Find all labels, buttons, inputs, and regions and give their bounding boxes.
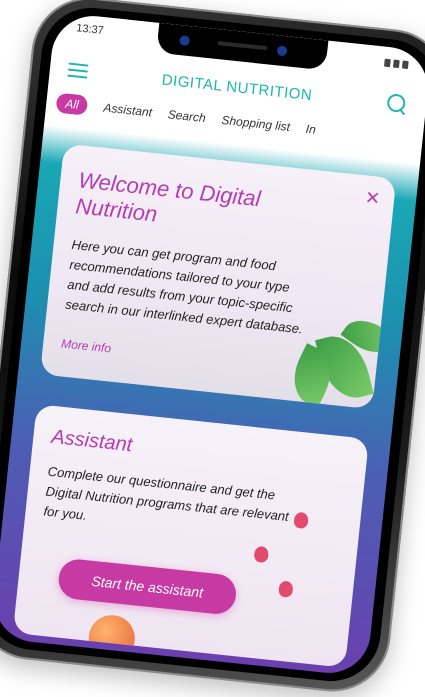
status-time: 13:37 xyxy=(75,22,105,38)
tab-search[interactable]: Search xyxy=(167,107,206,125)
berry-decoration xyxy=(253,545,270,564)
tab-shopping-list[interactable]: Shopping list xyxy=(221,113,291,134)
berry-decoration xyxy=(278,580,294,598)
tab-all[interactable]: All xyxy=(55,92,89,116)
tab-more[interactable]: In xyxy=(305,122,316,137)
menu-icon[interactable] xyxy=(67,62,89,79)
battery-icon xyxy=(401,60,409,70)
assistant-title: Assistant xyxy=(50,425,134,457)
tab-assistant[interactable]: Assistant xyxy=(103,101,153,120)
assistant-body: Complete our questionnaire and get the D… xyxy=(42,463,290,525)
app-title: DIGITAL NUTRITION xyxy=(161,70,314,104)
app-screen: 13:37 DIGITAL NUTRITION All Assistant Se… xyxy=(0,11,425,678)
status-icons xyxy=(384,55,410,73)
welcome-card: ✕ Welcome to Digital Nutrition Here you … xyxy=(39,143,397,410)
signal-icon xyxy=(392,59,400,69)
welcome-title: Welcome to Digital Nutrition xyxy=(74,167,262,227)
assistant-card: Assistant Complete our questionnaire and… xyxy=(12,404,369,668)
signal-icon xyxy=(384,58,391,68)
welcome-body: Here you can get program and food recomm… xyxy=(64,236,304,337)
more-info-link[interactable]: More info xyxy=(61,336,112,355)
phone-device: 13:37 DIGITAL NUTRITION All Assistant Se… xyxy=(0,0,425,697)
close-icon[interactable]: ✕ xyxy=(364,187,381,209)
berry-decoration xyxy=(293,511,309,530)
search-icon[interactable] xyxy=(385,92,409,116)
start-assistant-button[interactable]: Start the assistant xyxy=(56,557,238,616)
